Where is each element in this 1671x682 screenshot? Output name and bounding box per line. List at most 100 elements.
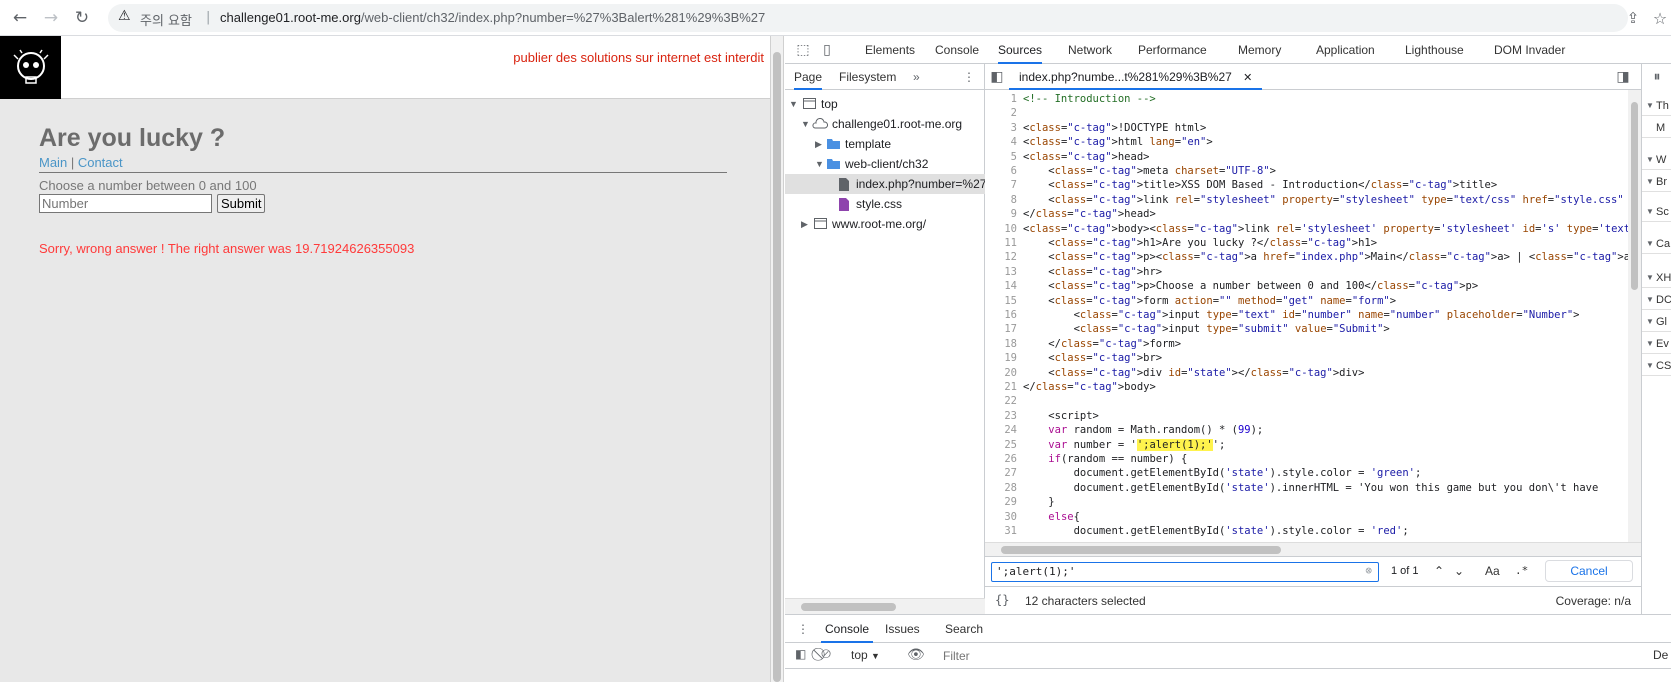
code-line[interactable]: 7 <class="c-tag">title>XSS DOM Based - I… — [985, 178, 1628, 192]
bookmark-star-icon[interactable]: ☆ — [1648, 6, 1671, 30]
devtools-tab-elements[interactable]: Elements — [865, 36, 915, 64]
debugger-section[interactable]: ▼ Ev — [1642, 334, 1671, 354]
close-tab-icon[interactable]: ✕ — [1243, 72, 1252, 84]
line-number[interactable]: 16 — [985, 308, 1023, 322]
previous-match-icon[interactable]: ⌃ — [1434, 564, 1444, 578]
debugger-section[interactable]: ▼ CS — [1642, 356, 1671, 376]
code-line[interactable]: 26 if(random == number) { — [985, 452, 1628, 466]
code-line[interactable]: 12 <class="c-tag">p><class="c-tag">a hre… — [985, 250, 1628, 264]
devtools-tab-application[interactable]: Application — [1316, 36, 1375, 64]
line-number[interactable]: 17 — [985, 322, 1023, 336]
code-line[interactable]: 18 </class="c-tag">form> — [985, 337, 1628, 351]
debugger-section[interactable]: ▼ XH — [1642, 268, 1671, 288]
line-number[interactable]: 24 — [985, 423, 1023, 437]
code-line[interactable]: 19 <class="c-tag">br> — [985, 351, 1628, 365]
code-line[interactable]: 25 var number = '';alert(1);''; — [985, 438, 1628, 452]
code-line[interactable]: 2 — [985, 106, 1628, 120]
debugger-section[interactable]: ▼ Th — [1642, 96, 1671, 116]
line-number[interactable]: 31 — [985, 524, 1023, 538]
back-arrow-icon[interactable]: ← — [8, 6, 32, 30]
devtools-tab-network[interactable]: Network — [1068, 36, 1112, 64]
tab-filesystem[interactable]: Filesystem — [839, 64, 896, 90]
line-number[interactable]: 20 — [985, 366, 1023, 380]
debugger-section[interactable]: ▼ DC — [1642, 290, 1671, 310]
line-number[interactable]: 1 — [985, 92, 1023, 106]
submit-button[interactable]: Submit — [217, 194, 266, 213]
editor-horizontal-scrollbar[interactable] — [985, 542, 1641, 556]
code-line[interactable]: 1 <!-- Introduction --> — [985, 92, 1628, 106]
line-number[interactable]: 14 — [985, 279, 1023, 293]
drawer-tab-issues[interactable]: Issues — [885, 615, 920, 643]
device-toolbar-icon[interactable]: ▯ — [817, 40, 837, 60]
line-number[interactable]: 13 — [985, 265, 1023, 279]
navigator-scrollbar-thumb[interactable] — [801, 603, 896, 611]
eye-icon[interactable]: 👁 — [907, 646, 925, 663]
warning-triangle-icon[interactable]: ⚠ — [118, 8, 131, 24]
code-line[interactable]: 17 <class="c-tag">input type="submit" va… — [985, 322, 1628, 336]
pause-icon[interactable]: ⏸ — [1647, 67, 1667, 87]
root-me-logo[interactable] — [0, 36, 61, 99]
code-line[interactable]: 4 <class="c-tag">html lang="en"> — [985, 135, 1628, 149]
code-line[interactable]: 9 </class="c-tag">head> — [985, 207, 1628, 221]
devtools-tab-memory[interactable]: Memory — [1238, 36, 1281, 64]
code-line[interactable]: 29 } — [985, 495, 1628, 509]
editor-vertical-scrollbar-thumb[interactable] — [1631, 102, 1638, 290]
code-line[interactable]: 13 <class="c-tag">hr> — [985, 265, 1628, 279]
toggle-debugger-icon[interactable]: ◨ — [1613, 67, 1633, 87]
tree-item-top[interactable]: ▼ top — [785, 94, 985, 114]
nav-link-main[interactable]: Main — [39, 155, 67, 170]
line-number[interactable]: 10 — [985, 222, 1023, 236]
line-number[interactable]: 2 — [985, 106, 1023, 120]
next-match-icon[interactable]: ⌄ — [1454, 564, 1464, 578]
nav-link-contact[interactable]: Contact — [78, 155, 123, 170]
line-number[interactable]: 18 — [985, 337, 1023, 351]
line-number[interactable]: 15 — [985, 294, 1023, 308]
line-number[interactable]: 3 — [985, 121, 1023, 135]
debugger-section[interactable]: ▼ Gl — [1642, 312, 1671, 332]
devtools-tab-dom-invader[interactable]: DOM Invader — [1494, 36, 1565, 64]
match-case-button[interactable]: Aa — [1485, 564, 1500, 578]
code-line[interactable]: 27 document.getElementById('state').styl… — [985, 466, 1628, 480]
clear-console-icon[interactable]: ⃠⊘ — [821, 646, 831, 662]
devtools-tab-console[interactable]: Console — [935, 36, 979, 64]
page-scrollbar-thumb[interactable] — [773, 52, 781, 682]
clear-search-icon[interactable]: ⊗ — [1365, 564, 1372, 577]
log-levels-dropdown[interactable]: De — [1653, 648, 1668, 662]
tree-item-www-root-me[interactable]: ▶ www.root-me.org/ — [785, 214, 985, 234]
search-input[interactable]: ';alert(1);' ⊗ — [991, 562, 1379, 582]
code-line[interactable]: 14 <class="c-tag">p>Choose a number betw… — [985, 279, 1628, 293]
sidebar-toggle-icon[interactable]: ◧ — [795, 647, 806, 661]
inspect-element-icon[interactable]: ⬚ — [793, 40, 813, 60]
line-number[interactable]: 7 — [985, 178, 1023, 192]
code-line[interactable]: 15 <class="c-tag">form action="" method=… — [985, 294, 1628, 308]
toggle-navigator-icon[interactable]: ◧ — [987, 67, 1007, 87]
page-scrollbar[interactable] — [770, 36, 784, 682]
debugger-section[interactable]: ▼ Ca — [1642, 234, 1671, 254]
line-number[interactable]: 5 — [985, 150, 1023, 164]
reload-icon[interactable]: ↻ — [70, 6, 94, 30]
code-editor[interactable]: 1 <!-- Introduction --> 2 3 <class="c-tag">!… — [985, 90, 1628, 542]
tree-item-style-css[interactable]: style.css — [785, 194, 985, 214]
line-number[interactable]: 11 — [985, 236, 1023, 250]
line-number[interactable]: 23 — [985, 409, 1023, 423]
code-line[interactable]: 21 </class="c-tag">body> — [985, 380, 1628, 394]
context-selector[interactable]: top ▼ — [851, 648, 880, 662]
navigator-scrollbar[interactable] — [785, 598, 985, 614]
tree-item-origin[interactable]: ▼ challenge01.root-me.org — [785, 114, 985, 134]
debugger-section[interactable]: M — [1642, 118, 1671, 138]
line-number[interactable]: 22 — [985, 394, 1023, 408]
debugger-section[interactable]: ▼ W — [1642, 150, 1671, 170]
regex-button[interactable]: .* — [1515, 564, 1528, 577]
debugger-section[interactable]: ▼ Br — [1642, 172, 1671, 192]
number-input[interactable] — [39, 194, 212, 213]
tab-page[interactable]: Page — [794, 64, 823, 90]
line-number[interactable]: 28 — [985, 481, 1023, 495]
code-line[interactable]: 20 <class="c-tag">div id="state"></class… — [985, 366, 1628, 380]
editor-horizontal-scrollbar-thumb[interactable] — [1001, 546, 1281, 554]
line-number[interactable]: 29 — [985, 495, 1023, 509]
code-line[interactable]: 28 document.getElementById('state').inne… — [985, 481, 1628, 495]
code-line[interactable]: 5 <class="c-tag">head> — [985, 150, 1628, 164]
forward-arrow-icon[interactable]: → — [39, 6, 63, 30]
code-line[interactable]: 23 <script> — [985, 409, 1628, 423]
console-filter-input[interactable] — [937, 646, 1637, 666]
